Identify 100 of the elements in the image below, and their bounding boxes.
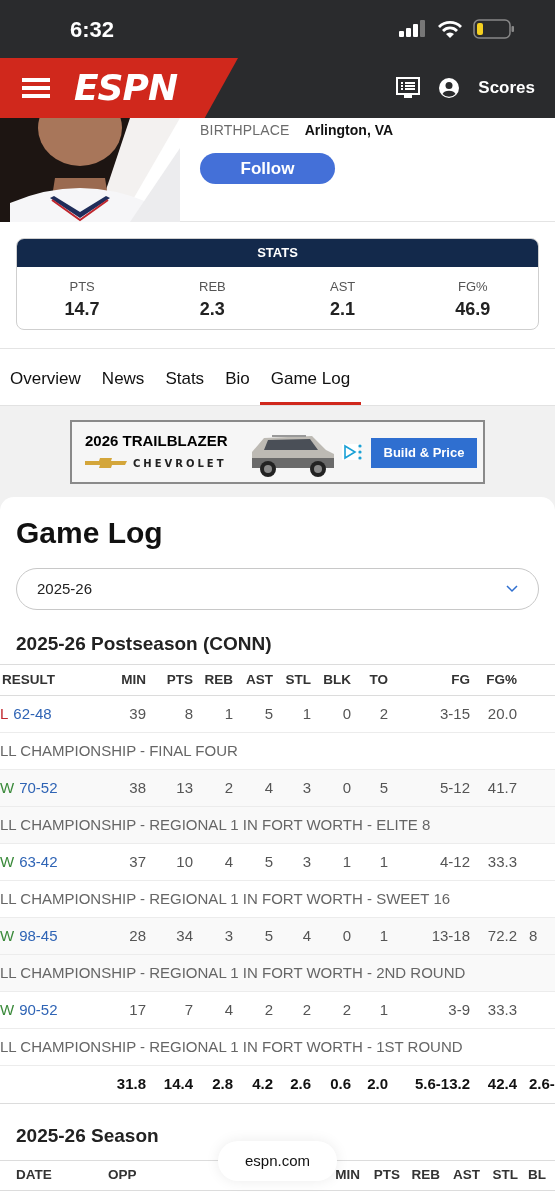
cta-button[interactable]: Build & Price (371, 437, 477, 468)
table-cell-text: 2 (301, 999, 311, 1020)
table-cell-text: 8 (528, 925, 539, 946)
table-cell-text: 41.7 (486, 777, 517, 798)
column-header: PTS (165, 670, 193, 689)
follow-button[interactable]: Follow (200, 153, 335, 184)
stat-value: 46.9 (455, 297, 491, 321)
column-header: OPP (108, 1166, 138, 1185)
table-cell-text: 5-12 (438, 777, 470, 798)
tab[interactable]: Bio (225, 349, 250, 405)
table-cell-text: 38 (128, 777, 146, 798)
table-cell-text: 34 (175, 925, 193, 946)
table-cell-text: 2 (263, 999, 273, 1020)
section-heading: 2025-26 Season (15, 1124, 160, 1148)
table-cell-text: 5 (263, 925, 273, 946)
table-cell-text: 4 (263, 777, 273, 798)
watch-list-icon[interactable] (396, 77, 421, 99)
column-header: DATE (16, 1166, 53, 1185)
espn-logo[interactable]: ESPN (74, 70, 178, 106)
column-header: PTS (372, 1166, 400, 1185)
table-cell-text: 37 (128, 851, 146, 872)
table-cell-text: 39 (128, 703, 146, 724)
result-text: W (0, 777, 15, 798)
table-cell-text: 20.0 (486, 703, 517, 724)
column-header: AST (452, 1166, 480, 1185)
ad-headline: 2026 TRAILBLAZER (85, 432, 229, 448)
ad-banner[interactable]: 2026 TRAILBLAZER CHEVROLET Build & Price (70, 419, 485, 484)
table-cell-text: 5 (263, 703, 273, 724)
table-cell-text: 0 (341, 925, 351, 946)
game-event: LL CHAMPIONSHIP - FINAL FOUR (0, 740, 238, 761)
column-header: FG% (485, 670, 517, 689)
total-cell-text: 5.6-13.2 (413, 1074, 470, 1095)
stat-label: FG% (458, 278, 488, 296)
score-link[interactable]: 63-42 (19, 850, 58, 874)
table-cell-text: 17 (128, 999, 146, 1020)
total-cell-text: 2.0 (366, 1074, 388, 1095)
column-header: BL (527, 1166, 547, 1185)
menu-icon[interactable] (22, 76, 50, 100)
account-icon[interactable] (438, 77, 461, 99)
table-cell-text: 2 (223, 777, 233, 798)
table-cell-text: 4 (301, 925, 311, 946)
column-header: MIN (334, 1166, 360, 1185)
tab[interactable]: News (101, 349, 145, 405)
scores-link[interactable]: Scores (478, 75, 535, 101)
score-link[interactable]: 98-45 (19, 924, 58, 948)
table-cell-text: 1 (223, 703, 233, 724)
tab[interactable]: Stats (165, 349, 205, 405)
result-text: W (0, 851, 15, 872)
signal-icon (399, 20, 427, 38)
table-cell-text: 3 (301, 777, 311, 798)
total-cell-text: 42.4 (486, 1074, 517, 1095)
battery-icon (473, 19, 515, 39)
total-cell-text: 4.2 (251, 1074, 273, 1095)
score-link[interactable]: 90-52 (19, 998, 58, 1022)
stat-label: AST (329, 278, 356, 296)
table-cell-text: 1 (378, 925, 388, 946)
total-cell-text: 31.8 (115, 1074, 146, 1095)
stat-label: PTS (69, 278, 95, 296)
url-pill[interactable]: espn.com (218, 1141, 337, 1181)
table-cell-text: 0 (341, 777, 351, 798)
table-cell-text: 3 (223, 925, 233, 946)
column-header: RESULT (1, 670, 56, 689)
page-heading: Game Log (15, 515, 164, 551)
result-text: W (0, 925, 15, 946)
table-cell-text: 4-12 (438, 851, 470, 872)
table-cell-text: 2 (378, 703, 388, 724)
table-cell-text: 10 (175, 851, 193, 872)
table-cell-text: 1 (378, 999, 388, 1020)
total-cell-text: 2.6 (289, 1074, 311, 1095)
table-cell-text: 13-18 (430, 925, 470, 946)
chevron-down-icon (506, 585, 518, 593)
field-value: Arlington, VA (304, 121, 394, 140)
table-cell-text: 0 (341, 703, 351, 724)
column-header: STL (284, 670, 311, 689)
more-icon[interactable] (358, 443, 362, 460)
column-header: BLK (322, 670, 351, 689)
table-cell-text: 13 (175, 777, 193, 798)
table-cell-text: 3 (301, 851, 311, 872)
column-header: FG (450, 670, 470, 689)
table-cell-text: 5 (263, 851, 273, 872)
section-heading: 2025-26 Postseason (CONN) (15, 632, 273, 656)
game-event: LL CHAMPIONSHIP - REGIONAL 1 IN FORT WORTH - SWEET 16 (0, 888, 451, 909)
table-cell-text: 8 (183, 703, 193, 724)
field-label: BIRTHPLACE (200, 121, 290, 140)
score-link[interactable]: 70-52 (19, 776, 58, 800)
wifi-icon (437, 19, 463, 39)
column-header: AST (245, 670, 273, 689)
table-cell-text: 1 (301, 703, 311, 724)
clock-time: 6:32 (70, 15, 115, 44)
adchoices-icon[interactable] (342, 443, 358, 460)
column-header: REB (203, 670, 233, 689)
tab[interactable]: Overview (10, 349, 81, 405)
total-cell-text: 2.6- (528, 1074, 555, 1095)
brand-name: CHEVROLET (133, 456, 227, 471)
column-header: REB (410, 1166, 440, 1185)
column-header: TO (368, 670, 388, 689)
table-cell-text: 72.2 (486, 925, 517, 946)
score-link[interactable]: 62-48 (13, 702, 52, 726)
table-cell-text: 3-9 (447, 999, 470, 1020)
stat-value: 14.7 (64, 297, 100, 321)
